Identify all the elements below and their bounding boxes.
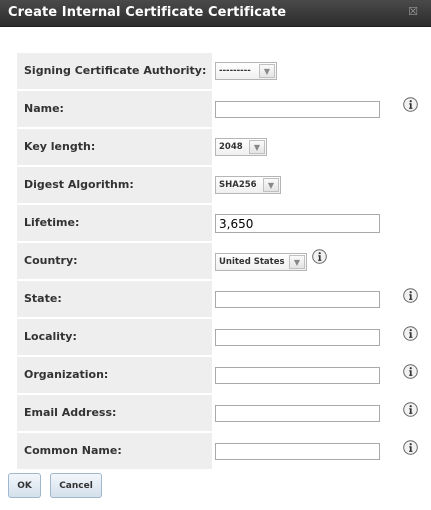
field-label-cell: Organization: [17, 357, 212, 393]
field-label-cell: State: [17, 281, 212, 317]
chevron-down-icon: ▼ [289, 255, 305, 269]
cancel-button[interactable]: Cancel [50, 473, 102, 498]
country-value: United States [219, 257, 285, 267]
info-icon[interactable] [403, 402, 418, 417]
state-label: State: [24, 292, 62, 305]
digest-algorithm-value: SHA256 [219, 180, 257, 190]
common-name-label: Common Name: [24, 444, 122, 457]
field-label-cell: Common Name: [17, 433, 212, 469]
signing-ca-label: Signing Certificate Authority: [24, 64, 207, 77]
close-icon[interactable]: ☒ [407, 6, 419, 18]
form-row-state: State: [17, 281, 418, 317]
email-address-input[interactable] [215, 405, 380, 422]
dialog-title: Create Internal Certificate Certificate [8, 5, 287, 20]
locality-input[interactable] [215, 329, 380, 346]
chevron-down-icon: ▼ [263, 178, 279, 192]
lifetime-label: Lifetime: [24, 216, 80, 229]
key-length-label: Key length: [24, 140, 96, 153]
email-address-label: Email Address: [24, 406, 117, 419]
form-row-common-name: Common Name: [17, 433, 418, 469]
field-label-cell: Locality: [17, 319, 212, 355]
chevron-down-icon: ▼ [249, 140, 265, 154]
organization-input[interactable] [215, 367, 380, 384]
state-input[interactable] [215, 291, 380, 308]
key-length-value: 2048 [219, 142, 243, 152]
signing-ca-value: --------- [219, 66, 251, 76]
signing-ca-select[interactable]: --------- ▼ [215, 62, 277, 80]
field-label-cell: Key length: [17, 129, 212, 165]
common-name-input[interactable] [215, 443, 380, 460]
info-icon[interactable] [403, 440, 418, 455]
key-length-select[interactable]: 2048 ▼ [215, 138, 267, 156]
create-certificate-dialog: Create Internal Certificate Certificate … [0, 0, 431, 510]
name-input[interactable] [215, 101, 380, 118]
chevron-down-icon: ▼ [259, 64, 275, 78]
info-icon[interactable] [312, 249, 327, 264]
form-row-digest-algorithm: Digest Algorithm: SHA256 ▼ [17, 167, 417, 203]
digest-algorithm-label: Digest Algorithm: [24, 178, 134, 191]
form-row-name: Name: [17, 91, 418, 127]
field-label-cell: Name: [17, 91, 212, 127]
locality-label: Locality: [24, 330, 77, 343]
field-label-cell: Lifetime: [17, 205, 212, 241]
form-row-country: Country: United States ▼ [17, 243, 417, 279]
name-label: Name: [24, 102, 64, 115]
ok-button[interactable]: OK [8, 473, 41, 498]
field-label-cell: Digest Algorithm: [17, 167, 212, 203]
digest-algorithm-select[interactable]: SHA256 ▼ [215, 176, 281, 194]
info-icon[interactable] [403, 97, 418, 112]
field-label-cell: Email Address: [17, 395, 212, 431]
form-row-lifetime: Lifetime: [17, 205, 417, 241]
form-row-locality: Locality: [17, 319, 418, 355]
info-icon[interactable] [403, 288, 418, 303]
lifetime-input[interactable] [215, 214, 380, 233]
dialog-titlebar[interactable]: Create Internal Certificate Certificate … [0, 0, 431, 27]
country-select[interactable]: United States ▼ [215, 253, 307, 271]
info-icon[interactable] [403, 364, 418, 379]
organization-label: Organization: [24, 368, 109, 381]
form-row-signing-ca: Signing Certificate Authority: ---------… [17, 53, 417, 89]
field-label-cell: Signing Certificate Authority: [17, 53, 212, 89]
info-icon[interactable] [403, 326, 418, 341]
country-label: Country: [24, 254, 78, 267]
form-row-key-length: Key length: 2048 ▼ [17, 129, 417, 165]
field-label-cell: Country: [17, 243, 212, 279]
form-row-email-address: Email Address: [17, 395, 418, 431]
form-row-organization: Organization: [17, 357, 418, 393]
